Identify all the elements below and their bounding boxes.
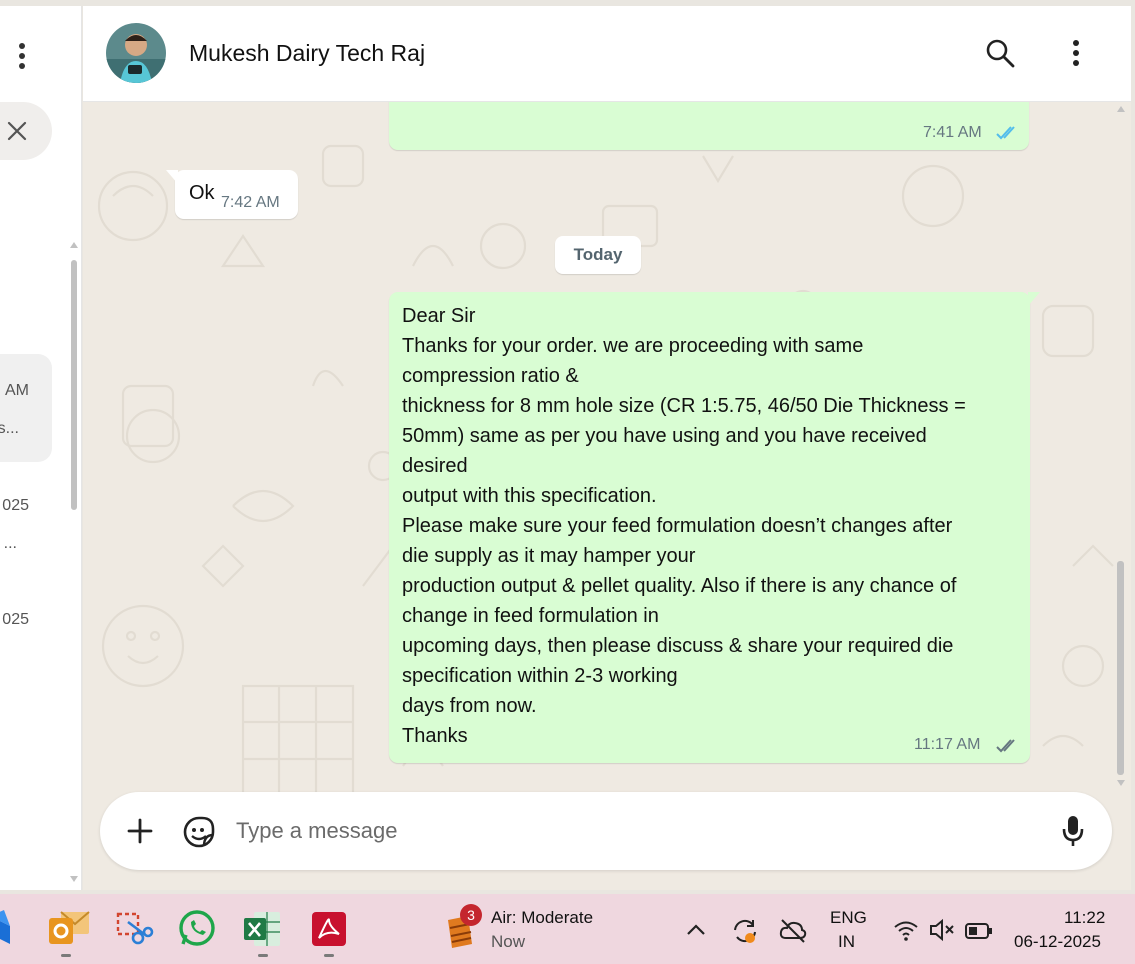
- message-incoming[interactable]: Ok 7:42 AM: [175, 170, 298, 219]
- app-running-indicator: [258, 954, 268, 957]
- plus-icon[interactable]: [126, 817, 154, 850]
- battery-icon[interactable]: [964, 918, 994, 944]
- chat-menu-icon[interactable]: [1061, 34, 1091, 72]
- sync-icon[interactable]: [730, 916, 760, 946]
- close-icon: [7, 121, 27, 141]
- contact-avatar[interactable]: [106, 23, 166, 83]
- sidebar-menu-icon[interactable]: [8, 36, 36, 76]
- weather-subtitle: Now: [491, 932, 526, 951]
- chat-preview-fragment: ...: [3, 535, 17, 552]
- snipping-tool-icon[interactable]: [114, 908, 156, 950]
- message-line: days from now.: [402, 695, 537, 717]
- chat-date-fragment: 025: [2, 497, 29, 514]
- message-time: 11:17 AM: [914, 736, 981, 753]
- windows-taskbar: 3 Air: Moderate Now ENG IN 11:22 06-12-2…: [0, 894, 1135, 964]
- message-line: Thanks for your order. we are proceeding…: [402, 335, 864, 357]
- speaker-muted-icon[interactable]: [928, 916, 956, 944]
- chat-scrollbar[interactable]: [1117, 561, 1124, 775]
- message-line: desired: [402, 455, 468, 477]
- message-line: production output & pellet quality. Also…: [402, 575, 957, 597]
- chevron-up-icon[interactable]: [684, 918, 708, 942]
- chat-preview-fragment: s...: [0, 420, 19, 437]
- scroll-up-arrow[interactable]: [1117, 106, 1125, 112]
- whatsapp-window: AM s... 025 ... 025: [0, 0, 1135, 964]
- message-line: compression ratio &: [402, 365, 579, 387]
- bubble-tail: [1028, 292, 1040, 306]
- weather-title[interactable]: Air: Moderate: [491, 908, 593, 928]
- day-divider: Today: [555, 236, 641, 274]
- weather-badge: 3: [460, 904, 482, 926]
- sidebar-scrollbar[interactable]: [71, 260, 77, 510]
- scroll-down-arrow[interactable]: [70, 876, 78, 882]
- chat-date-fragment: 025: [2, 611, 29, 628]
- message-input[interactable]: [236, 810, 1036, 852]
- app-running-indicator: [324, 954, 334, 957]
- scroll-up-arrow[interactable]: [70, 242, 78, 248]
- app-icon-partial[interactable]: [0, 908, 16, 950]
- message-outgoing[interactable]: Dear Sir Thanks for your order. we are pr…: [389, 292, 1030, 763]
- bubble-tail: [166, 170, 178, 184]
- acrobat-icon[interactable]: [310, 908, 352, 950]
- message-line: output with this specification.: [402, 485, 657, 507]
- message-line: change in feed formulation in: [402, 605, 659, 627]
- scroll-down-arrow[interactable]: [1117, 780, 1125, 786]
- message-line: Please make sure your feed formulation d…: [402, 515, 953, 537]
- clock-time[interactable]: 11:22: [1064, 908, 1105, 928]
- language-top[interactable]: ENG: [830, 908, 867, 928]
- chat-header: Mukesh Dairy Tech Raj: [83, 6, 1131, 102]
- message-text: Dear Sir Thanks for your order. we are pr…: [402, 301, 1022, 751]
- message-line: upcoming days, then please discuss & sha…: [402, 635, 954, 657]
- sticker-icon[interactable]: [182, 815, 216, 854]
- microphone-icon[interactable]: [1060, 814, 1086, 853]
- message-time: 7:42 AM: [221, 194, 280, 211]
- message-line: Dear Sir: [402, 305, 476, 327]
- message-line: die supply as it may hamper your: [402, 545, 696, 567]
- app-running-indicator: [61, 954, 71, 957]
- excel-icon[interactable]: [242, 908, 284, 950]
- double-check-icon: [996, 126, 1015, 140]
- message-line: specification within 2-3 working: [402, 665, 678, 687]
- cloud-off-icon[interactable]: [778, 916, 808, 946]
- chat-time-fragment: AM: [5, 382, 29, 399]
- message-line: thickness for 8 mm hole size (CR 1:5.75,…: [402, 395, 966, 417]
- whatsapp-icon[interactable]: [176, 908, 218, 950]
- message-composer: [100, 792, 1112, 870]
- message-line: 50mm) same as per you have using and you…: [402, 425, 927, 447]
- clock-date[interactable]: 06-12-2025: [1014, 932, 1101, 952]
- chat-list-item-selected[interactable]: [0, 354, 52, 462]
- outlook-icon[interactable]: [47, 908, 90, 950]
- search-icon[interactable]: [983, 36, 1017, 70]
- search-clear-button[interactable]: [0, 102, 52, 160]
- contact-name[interactable]: Mukesh Dairy Tech Raj: [189, 40, 425, 67]
- wifi-icon[interactable]: [892, 916, 920, 944]
- chat-list-panel: AM s... 025 ... 025: [0, 6, 82, 890]
- language-bottom[interactable]: IN: [838, 932, 855, 952]
- double-check-icon: [996, 739, 1015, 753]
- conversation-panel: Mukesh Dairy Tech Raj 7:41 AM Ok 7:42 AM: [83, 6, 1131, 890]
- message-time: 7:41 AM: [923, 124, 982, 141]
- message-text: Ok: [189, 182, 215, 204]
